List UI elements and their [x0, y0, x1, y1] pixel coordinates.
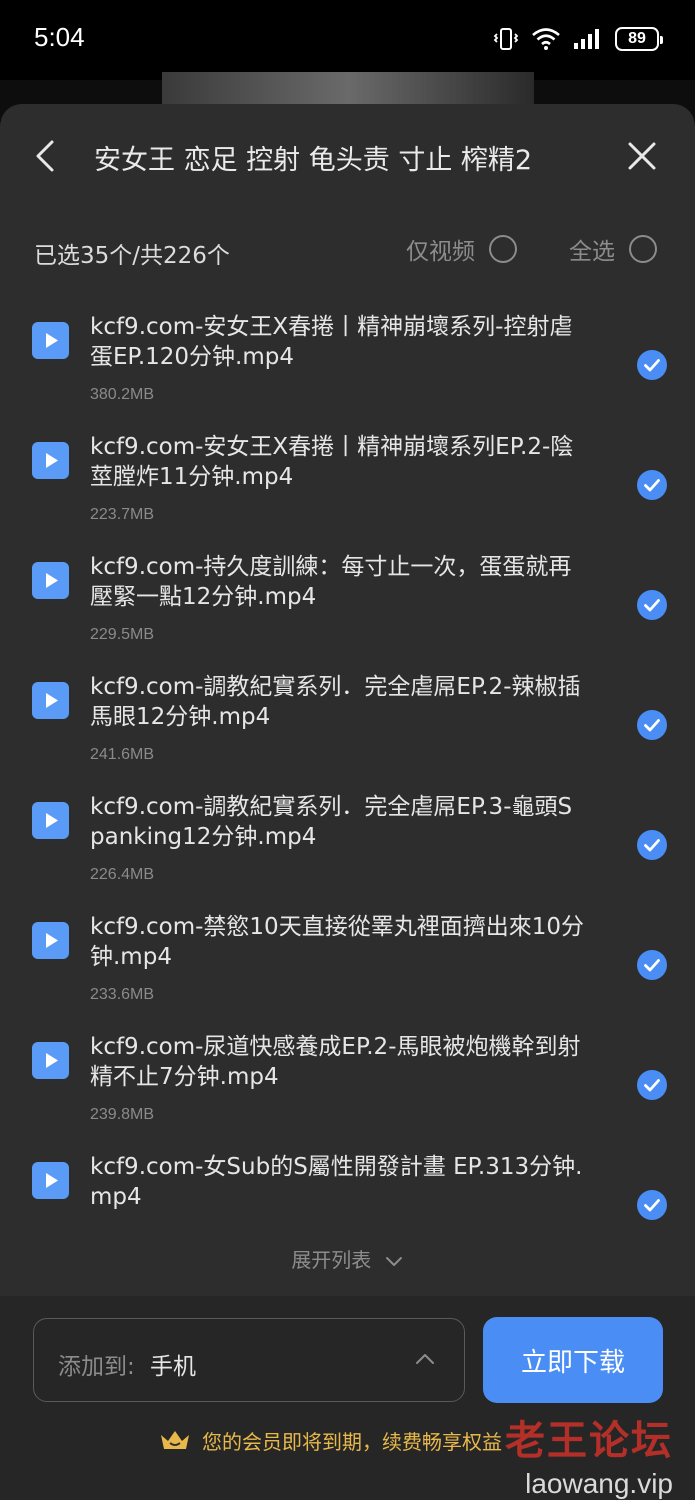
file-item[interactable]: kcf9.com-禁慾10天直接從睪丸裡面擠出來10分钟.mp4 233.6MB — [0, 904, 695, 1024]
battery-indicator: 89 — [615, 27, 663, 51]
video-file-icon — [32, 682, 69, 719]
check-icon — [644, 839, 660, 852]
file-item[interactable]: kcf9.com-尿道快感養成EP.2-馬眼被炮機幹到射精不止7分钟.mp4 2… — [0, 1024, 695, 1144]
file-item[interactable]: kcf9.com-調教紀實系列．完全虐屌EP.3-龜頭Spanking12分钟.… — [0, 784, 695, 904]
selection-count: 已选35个/共226个 — [34, 243, 230, 269]
file-item[interactable]: kcf9.com-安女王X春捲丨精神崩壞系列-控射虐蛋EP.120分钟.mp4 … — [0, 304, 695, 424]
close-icon — [628, 142, 656, 170]
file-name: kcf9.com-調教紀實系列．完全虐屌EP.2-辣椒插馬眼12分钟.mp4 — [90, 674, 581, 730]
chevron-up-icon — [416, 1354, 434, 1364]
file-item[interactable]: kcf9.com-安女王X春捲丨精神崩壞系列EP.2-陰莖膛炸11分钟.mp4 … — [0, 424, 695, 544]
select-all-radio[interactable] — [629, 235, 657, 263]
status-time: 5:04 — [34, 22, 85, 52]
video-only-radio[interactable] — [489, 235, 517, 263]
file-checkbox[interactable] — [637, 470, 667, 500]
file-checkbox[interactable] — [637, 1190, 667, 1220]
select-all-toggle[interactable]: 全选 — [569, 232, 657, 266]
back-button[interactable] — [28, 134, 64, 178]
check-icon — [644, 599, 660, 612]
signal-icon — [574, 29, 599, 49]
check-icon — [644, 359, 660, 372]
file-size: 233.6MB — [90, 986, 155, 1003]
video-file-icon — [32, 1042, 69, 1079]
file-checkbox[interactable] — [637, 350, 667, 380]
video-file-icon — [32, 562, 69, 599]
video-only-toggle[interactable]: 仅视频 — [406, 232, 517, 266]
file-name: kcf9.com-禁慾10天直接從睪丸裡面擠出來10分钟.mp4 — [90, 914, 584, 970]
file-item[interactable]: kcf9.com-持久度訓練：每寸止一次，蛋蛋就再壓緊一點12分钟.mp4 22… — [0, 544, 695, 664]
check-icon — [644, 719, 660, 732]
select-all-label: 全选 — [569, 239, 615, 265]
file-name: kcf9.com-尿道快感養成EP.2-馬眼被炮機幹到射精不止7分钟.mp4 — [90, 1034, 581, 1090]
chevron-left-icon — [36, 140, 54, 172]
crown-icon — [161, 1430, 189, 1449]
vip-notice-text: 您的会员即将到期，续费畅享权益 — [202, 1430, 502, 1454]
status-bar: 5:04 89 — [0, 0, 695, 80]
check-icon — [644, 479, 660, 492]
save-location-select[interactable]: 添加到: 手机 — [33, 1318, 465, 1402]
page-title: 安女王 恋足 控射 龟头责 寸止 榨精2 — [94, 145, 533, 176]
wifi-icon — [532, 28, 560, 50]
file-name: kcf9.com-安女王X春捲丨精神崩壞系列EP.2-陰莖膛炸11分钟.mp4 — [90, 434, 574, 490]
watermark-site: laowang.vip — [525, 1468, 673, 1499]
check-icon — [644, 1199, 660, 1212]
check-icon — [644, 1079, 660, 1092]
file-size: 239.8MB — [90, 1106, 155, 1123]
video-file-icon — [32, 442, 69, 479]
file-checkbox[interactable] — [637, 710, 667, 740]
video-file-icon — [32, 1162, 69, 1199]
file-name: kcf9.com-持久度訓練：每寸止一次，蛋蛋就再壓緊一點12分钟.mp4 — [90, 554, 572, 610]
watermark-title: 老王论坛 — [505, 1418, 673, 1464]
check-icon — [644, 959, 660, 972]
file-name: kcf9.com-調教紀實系列．完全虐屌EP.3-龜頭Spanking12分钟.… — [90, 794, 573, 850]
file-checkbox[interactable] — [637, 830, 667, 860]
close-button[interactable] — [622, 136, 662, 176]
video-file-icon — [32, 802, 69, 839]
file-size: 241.6MB — [90, 746, 155, 763]
file-size: 226.4MB — [90, 866, 155, 883]
save-location-label: 添加到: — [58, 1354, 135, 1380]
status-icons: 89 — [493, 26, 663, 52]
expand-list-button[interactable]: 展开列表 — [0, 1244, 695, 1273]
file-item[interactable]: kcf9.com-調教紀實系列．完全虐屌EP.2-辣椒插馬眼12分钟.mp4 2… — [0, 664, 695, 784]
file-size: 223.7MB — [90, 506, 155, 523]
file-name: kcf9.com-女Sub的S屬性開發計畫 EP.313分钟.mp4 — [90, 1154, 583, 1210]
file-size: 229.5MB — [90, 626, 155, 643]
vibrate-icon — [493, 28, 519, 50]
video-only-label: 仅视频 — [406, 239, 475, 265]
save-location-value: 手机 — [150, 1354, 196, 1380]
expand-list-label: 展开列表 — [291, 1248, 372, 1272]
file-size: 380.2MB — [90, 386, 155, 403]
video-file-icon — [32, 322, 69, 359]
video-file-icon — [32, 922, 69, 959]
file-list: kcf9.com-安女王X春捲丨精神崩壞系列-控射虐蛋EP.120分钟.mp4 … — [0, 304, 695, 1264]
download-now-button[interactable]: 立即下载 — [483, 1317, 663, 1403]
file-checkbox[interactable] — [637, 590, 667, 620]
chevron-down-icon — [385, 1256, 402, 1266]
watermark: 老王论坛 laowang.vip — [505, 1408, 673, 1500]
file-name: kcf9.com-安女王X春捲丨精神崩壞系列-控射虐蛋EP.120分钟.mp4 — [90, 314, 573, 370]
download-sheet: 安女王 恋足 控射 龟头责 寸止 榨精2 已选35个/共226个 仅视频 全选 … — [0, 104, 695, 1500]
file-checkbox[interactable] — [637, 1070, 667, 1100]
vip-renew-notice[interactable]: 您的会员即将到期，续费畅享权益 — [158, 1426, 502, 1455]
file-checkbox[interactable] — [637, 950, 667, 980]
